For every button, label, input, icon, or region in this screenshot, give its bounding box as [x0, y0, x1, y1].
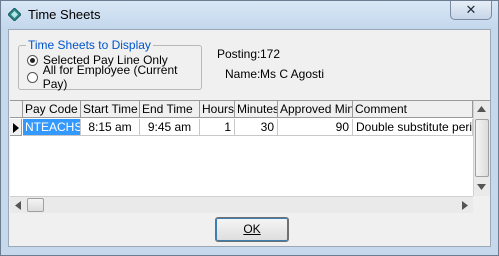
window-title: Time Sheets [28, 7, 101, 22]
row-header-corner [10, 101, 23, 118]
radio-button-checked[interactable] [27, 54, 38, 66]
horizontal-scrollbar[interactable] [10, 196, 473, 213]
title-bar[interactable]: Time Sheets ✕ [1, 1, 498, 29]
cell-minutes[interactable]: 30 [235, 119, 278, 136]
time-sheets-window: Time Sheets ✕ Time Sheets to Display Sel… [0, 0, 499, 256]
cell-approved-mins[interactable]: 90 [278, 119, 353, 136]
display-options-group: Time Sheets to Display Selected Pay Line… [18, 38, 202, 91]
column-header-pay-code[interactable]: Pay Code [23, 101, 81, 118]
posting-value: 172 [260, 47, 281, 61]
column-header-start-time[interactable]: Start Time [81, 101, 140, 118]
cell-end-time[interactable]: 9:45 am [140, 119, 200, 136]
radio-button[interactable] [27, 71, 38, 83]
vertical-scrollbar[interactable] [473, 101, 490, 196]
column-header-comment[interactable]: Comment [353, 101, 473, 118]
horizontal-scroll-thumb[interactable] [27, 198, 44, 212]
cell-hours[interactable]: 1 [200, 119, 235, 136]
scroll-right-arrow-icon[interactable] [462, 201, 468, 210]
column-header-end-time[interactable]: End Time [140, 101, 200, 118]
scroll-down-arrow-icon[interactable] [477, 184, 486, 190]
scrollbar-corner [473, 196, 490, 213]
posting-label: Posting: [217, 47, 261, 61]
column-header-hours[interactable]: Hours [200, 101, 235, 118]
ok-button[interactable]: OK [215, 217, 289, 242]
column-header-approved-mins[interactable]: Approved Mins [278, 101, 353, 118]
name-value: Ms C Agosti [260, 67, 325, 81]
group-legend: Time Sheets to Display [26, 38, 153, 52]
column-header-minutes[interactable]: Minutes [235, 101, 278, 118]
current-row-indicator-icon[interactable] [10, 119, 22, 136]
cell-start-time[interactable]: 8:15 am [81, 119, 140, 136]
timesheet-grid: Pay Code Start Time End Time Hours Minut… [10, 100, 490, 213]
vertical-scroll-thumb[interactable] [475, 119, 489, 177]
close-icon: ✕ [465, 2, 477, 17]
cell-pay-code[interactable]: NTEACHS [23, 119, 81, 136]
radio-label: All for Employee (Current Pay) [42, 63, 178, 91]
radio-all-for-employee[interactable]: All for Employee (Current Pay) [27, 63, 201, 91]
app-icon [8, 8, 21, 21]
scroll-up-arrow-icon[interactable] [477, 106, 486, 112]
close-button[interactable]: ✕ [450, 1, 492, 20]
ok-button-label: OK [243, 222, 261, 236]
cell-comment[interactable]: Double substitute period [353, 119, 473, 136]
scroll-left-arrow-icon[interactable] [15, 201, 21, 210]
dialog-body: Time Sheets to Display Selected Pay Line… [8, 29, 491, 247]
name-label: Name: [225, 67, 261, 81]
